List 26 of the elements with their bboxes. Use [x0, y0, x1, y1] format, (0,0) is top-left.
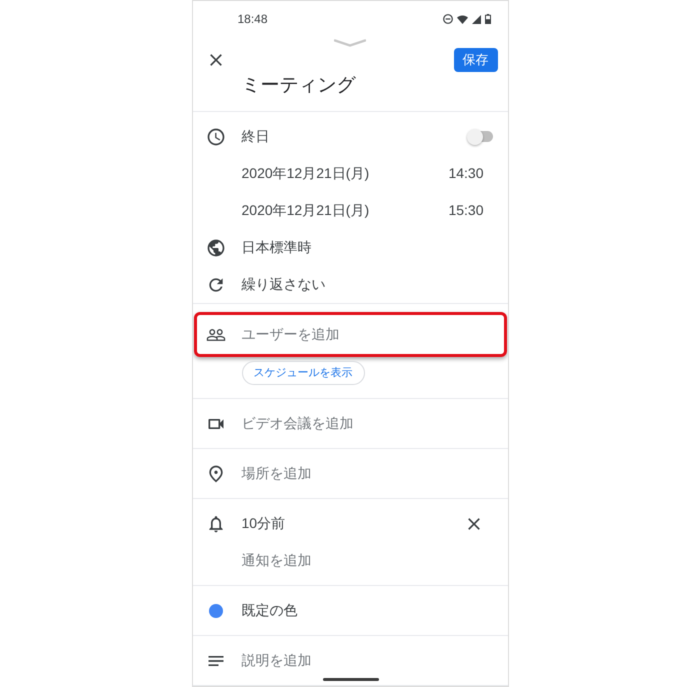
event-title[interactable]: ミーティング	[242, 72, 356, 101]
add-guests-button[interactable]: ユーザーを追加	[242, 324, 340, 345]
add-location-button[interactable]: 場所を追加	[242, 463, 312, 484]
all-day-label: 終日	[242, 127, 270, 146]
all-day-switch[interactable]	[466, 128, 492, 144]
signal-icon	[472, 14, 480, 24]
add-video-call-button[interactable]: ビデオ会議を追加	[242, 413, 354, 434]
home-indicator	[322, 678, 378, 681]
do-not-disturb-icon	[442, 14, 452, 24]
timezone-option[interactable]: 日本標準時	[242, 237, 312, 258]
date-picker[interactable]: 2020年12月21日(月)	[242, 200, 370, 221]
status-time: 18:48	[238, 11, 268, 28]
color-option[interactable]: 既定の色	[242, 600, 298, 621]
add-reminder-button[interactable]: 通知を追加	[242, 550, 312, 571]
time-picker[interactable]: 15:30	[448, 200, 484, 221]
globe-icon	[206, 238, 226, 258]
show-schedule-chip[interactable]: スケジュールを表示	[242, 361, 364, 385]
save-button[interactable]: 保存	[454, 48, 498, 72]
clock-icon	[206, 126, 226, 146]
battery-icon	[484, 14, 490, 24]
reminder-option[interactable]: 10分前	[242, 513, 286, 534]
repeat-option[interactable]: 繰り返さない	[242, 274, 326, 295]
date-picker[interactable]: 2020年12月21日(月)	[242, 163, 370, 184]
time-picker[interactable]: 14:30	[448, 163, 484, 184]
add-description-button[interactable]: 説明を追加	[242, 650, 312, 671]
wifi-icon	[456, 14, 468, 24]
